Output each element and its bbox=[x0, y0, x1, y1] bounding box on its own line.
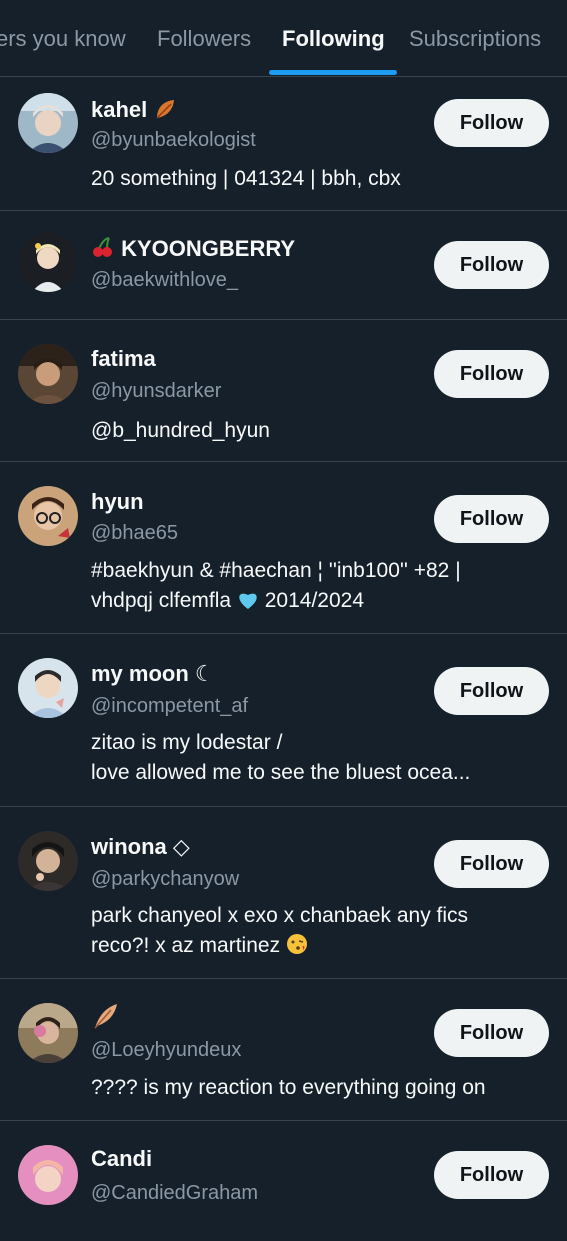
account-bio: 20 something | 041324 | bbh, cbx bbox=[91, 167, 401, 190]
account-handle[interactable]: @Loeyhyundeux bbox=[91, 1039, 241, 1062]
list-item[interactable]: fatima @hyunsdarker @b_hundred_hyun Foll… bbox=[0, 320, 567, 462]
kissing-face-icon bbox=[286, 934, 307, 954]
follow-button[interactable]: Follow bbox=[434, 495, 549, 543]
account-handle[interactable]: @byunbaekologist bbox=[91, 129, 256, 152]
avatar[interactable] bbox=[18, 658, 78, 718]
follow-button[interactable]: Follow bbox=[434, 1151, 549, 1199]
account-name: my moon ☾ bbox=[91, 661, 215, 686]
account-bio: zitao is my lodestar / love allowed me t… bbox=[91, 731, 471, 784]
follow-button[interactable]: Follow bbox=[434, 840, 549, 888]
account-bio: ???? is my reaction to everything going … bbox=[91, 1076, 486, 1099]
blue-heart-icon bbox=[239, 593, 257, 609]
list-item[interactable]: kahel @byunbaekologist 20 something | 04… bbox=[0, 77, 567, 211]
avatar[interactable] bbox=[18, 486, 78, 546]
account-handle[interactable]: @incompetent_af bbox=[91, 695, 248, 718]
account-name: KYOONGBERRY bbox=[91, 235, 295, 262]
list-item[interactable]: hyun @bhae65 #baekhyun & #haechan ¦ ''in… bbox=[0, 462, 567, 634]
list-item[interactable]: winona ◇ @parkychanyow park chanyeol x e… bbox=[0, 807, 567, 979]
tab-followers[interactable]: Followers bbox=[157, 26, 251, 52]
follow-button[interactable]: Follow bbox=[434, 667, 549, 715]
follow-button[interactable]: Follow bbox=[434, 99, 549, 147]
account-bio: park chanyeol x exo x chanbaek any fics … bbox=[91, 904, 469, 957]
account-bio: @b_hundred_hyun bbox=[91, 419, 270, 442]
tab-followers-you-know[interactable]: ers you know bbox=[0, 26, 126, 52]
avatar[interactable] bbox=[18, 232, 78, 292]
follow-button[interactable]: Follow bbox=[434, 1009, 549, 1057]
account-handle[interactable]: @bhae65 bbox=[91, 522, 178, 545]
account-name: Candi bbox=[91, 1146, 153, 1171]
account-bio: #baekhyun & #haechan ¦ ''inb100'' +82 | … bbox=[91, 559, 461, 612]
autumn-leaf-icon bbox=[156, 100, 175, 119]
avatar[interactable] bbox=[18, 344, 78, 404]
list-item[interactable]: my moon ☾ @incompetent_af zitao is my lo… bbox=[0, 634, 567, 807]
active-tab-indicator bbox=[269, 70, 397, 75]
tab-subscriptions[interactable]: Subscriptions bbox=[409, 26, 541, 52]
follow-button[interactable]: Follow bbox=[434, 350, 549, 398]
following-list: kahel @byunbaekologist 20 something | 04… bbox=[0, 77, 567, 1241]
cherries-icon bbox=[93, 237, 112, 257]
avatar[interactable] bbox=[18, 831, 78, 891]
list-item[interactable]: @Loeyhyundeux ???? is my reaction to eve… bbox=[0, 979, 567, 1121]
tab-bar: ers you know Followers Following Subscri… bbox=[0, 0, 567, 77]
account-handle[interactable]: @baekwithlove_ bbox=[91, 269, 238, 292]
list-item[interactable]: Candi @CandiedGraham Follow bbox=[0, 1121, 567, 1241]
account-handle[interactable]: @hyunsdarker bbox=[91, 380, 221, 403]
account-name: winona ◇ bbox=[91, 834, 190, 859]
avatar[interactable] bbox=[18, 1003, 78, 1063]
avatar[interactable] bbox=[18, 1145, 78, 1205]
feather-icon bbox=[94, 1004, 117, 1029]
tab-following[interactable]: Following bbox=[282, 26, 385, 52]
account-handle[interactable]: @CandiedGraham bbox=[91, 1182, 258, 1205]
account-name: hyun bbox=[91, 489, 144, 514]
account-name: fatima bbox=[91, 346, 156, 371]
account-name bbox=[91, 1002, 119, 1033]
list-item[interactable]: KYOONGBERRY @baekwithlove_ Follow bbox=[0, 211, 567, 320]
follow-button[interactable]: Follow bbox=[434, 241, 549, 289]
account-name: kahel bbox=[91, 97, 177, 123]
account-handle[interactable]: @parkychanyow bbox=[91, 868, 239, 891]
avatar[interactable] bbox=[18, 93, 78, 153]
